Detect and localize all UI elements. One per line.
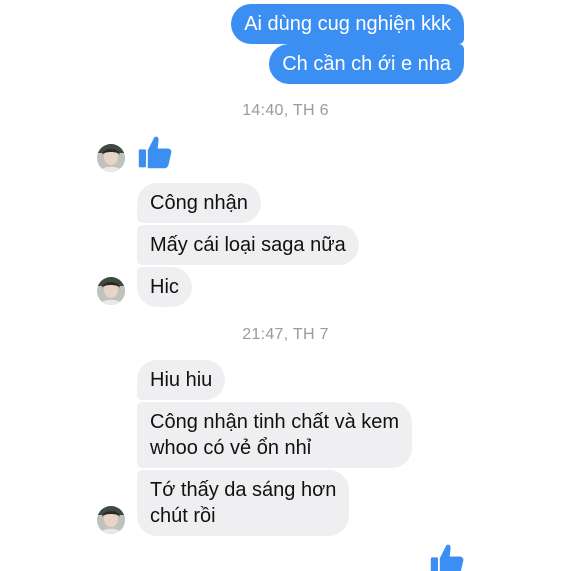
incoming-message[interactable]: Hiu hiu — [137, 360, 226, 400]
thumbs-up-icon[interactable] — [137, 135, 173, 171]
incoming-message[interactable]: Công nhận tinh chất và kem whoo có vẻ ổn… — [137, 402, 413, 468]
incoming-message[interactable]: Tớ thấy da sáng hơn chút rồi — [137, 470, 350, 536]
message-timestamp: 14:40, TH 6 — [242, 102, 329, 119]
contact-avatar[interactable] — [97, 506, 125, 534]
message-timestamp: 21:47, TH 7 — [242, 326, 329, 343]
incoming-message[interactable]: Mấy cái loại saga nữa — [137, 225, 359, 265]
incoming-message[interactable]: Công nhận — [137, 183, 261, 223]
incoming-message[interactable]: Hic — [137, 267, 192, 307]
thumbs-up-icon[interactable] — [429, 543, 465, 571]
outgoing-message[interactable]: Ch cần ch ới e nha — [269, 44, 464, 84]
outgoing-message[interactable]: Ai dùng cug nghiện kkk — [231, 4, 464, 44]
contact-avatar[interactable] — [97, 144, 125, 172]
contact-avatar[interactable] — [97, 277, 125, 305]
chat-thread: Ai dùng cug nghiện kkk Ch cần ch ới e nh… — [0, 0, 571, 571]
